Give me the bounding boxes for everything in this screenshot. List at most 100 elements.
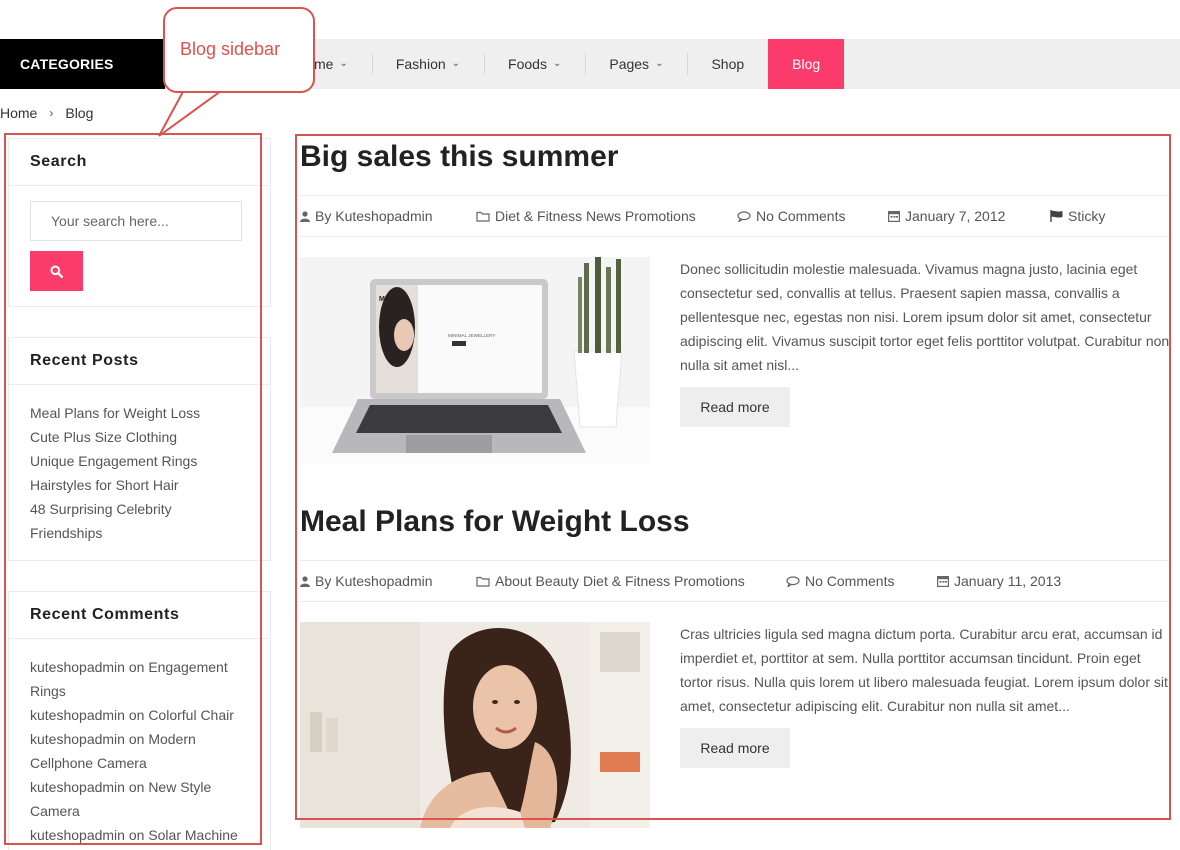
nav-item-foods[interactable]: Foods ⌄ xyxy=(484,39,585,89)
recent-post-link[interactable]: Friendships xyxy=(30,521,249,545)
widget-title: Recent Posts xyxy=(9,338,270,385)
post-body: MCH MINIMAL JEWELLERY Donec sollicitudin… xyxy=(300,257,1170,467)
post-categories-text: About Beauty Diet & Fitness Promotions xyxy=(495,573,745,589)
comment-author[interactable]: kuteshopadmin xyxy=(30,731,125,747)
categories-menu-button[interactable]: CATEGORIES xyxy=(0,39,165,89)
comment-post-link[interactable]: Engagement xyxy=(148,659,227,675)
comment-author[interactable]: kuteshopadmin xyxy=(30,659,125,675)
user-icon xyxy=(300,575,310,587)
post-excerpt: Cras ultricies ligula sed magna dictum p… xyxy=(680,626,1168,714)
comment-item: Cellphone Camera xyxy=(30,751,249,775)
calendar-icon xyxy=(888,211,900,222)
post-thumbnail-woman[interactable] xyxy=(300,622,650,828)
recent-post-link[interactable]: Unique Engagement Rings xyxy=(30,449,249,473)
post-author[interactable]: By Kuteshopadmin xyxy=(300,208,476,224)
comment-on: on xyxy=(128,827,145,843)
post-excerpt: Donec sollicitudin molestie malesuada. V… xyxy=(680,261,1170,373)
nav-item-label: Pages xyxy=(609,56,650,72)
post-title[interactable]: Meal Plans for Weight Loss xyxy=(300,505,1170,560)
comment-on: on xyxy=(128,731,145,747)
nav-menu: me ⌄ Fashion ⌄ Foods ⌄ Pages ⌄ Shop Blog xyxy=(290,39,845,89)
comment-item: kuteshopadmin on Modern xyxy=(30,727,249,751)
nav-item-fashion[interactable]: Fashion ⌄ xyxy=(371,39,484,89)
post-date-text: January 11, 2013 xyxy=(954,573,1062,589)
post-comments-text: No Comments xyxy=(756,208,846,224)
flag-icon xyxy=(1050,210,1063,222)
user-icon xyxy=(300,210,310,222)
recent-post-link[interactable]: Cute Plus Size Clothing xyxy=(30,425,249,449)
nav-item-label: Fashion xyxy=(395,56,446,72)
comment-post-link[interactable]: Colorful Chair xyxy=(148,707,234,723)
comment-icon xyxy=(786,575,800,587)
post-meta: By Kuteshopadmin About Beauty Diet & Fit… xyxy=(300,560,1170,602)
post-categories-text: Diet & Fitness News Promotions xyxy=(495,208,696,224)
blog-sidebar-callout: Blog sidebar xyxy=(163,7,315,93)
post-author[interactable]: By Kuteshopadmin xyxy=(300,573,476,589)
nav-item-label: me xyxy=(314,56,334,72)
post-author-text: By Kuteshopadmin xyxy=(315,208,433,224)
recent-post-link[interactable]: 48 Surprising Celebrity xyxy=(30,497,249,521)
chevron-down-icon: ⌄ xyxy=(552,58,562,69)
comment-on: on xyxy=(128,707,145,723)
chevron-down-icon: ⌄ xyxy=(451,58,461,69)
comment-post-link[interactable]: Solar Machine xyxy=(148,827,238,843)
comment-item: Camera xyxy=(30,799,249,823)
post-comments-link[interactable]: No Comments xyxy=(737,208,888,224)
comment-post-link[interactable]: Modern xyxy=(148,731,195,747)
comment-post-link[interactable]: Cellphone Camera xyxy=(30,755,147,771)
breadcrumb-current: Blog xyxy=(65,105,94,121)
post-sticky-badge: Sticky xyxy=(1050,208,1105,224)
comment-author[interactable]: kuteshopadmin xyxy=(30,827,125,843)
chevron-right-icon: › xyxy=(49,106,54,120)
comment-item: kuteshopadmin on Colorful Chair xyxy=(30,703,249,727)
nav-item-label: Foods xyxy=(508,56,547,72)
post-comments-link[interactable]: No Comments xyxy=(786,573,937,589)
post-date[interactable]: January 11, 2013 xyxy=(937,573,1061,589)
recent-post-link[interactable]: Meal Plans for Weight Loss xyxy=(30,401,249,425)
comment-icon xyxy=(737,210,751,222)
recent-post-link[interactable]: Hairstyles for Short Hair xyxy=(30,473,249,497)
comment-post-link[interactable]: Rings xyxy=(30,683,66,699)
nav-item-blog[interactable]: Blog xyxy=(768,39,845,89)
search-button[interactable] xyxy=(30,251,83,291)
post-date-text: January 7, 2012 xyxy=(905,208,1006,224)
screen-logo-text: MCH xyxy=(379,296,395,303)
read-more-button[interactable]: Read more xyxy=(680,387,790,427)
recent-posts-list: Meal Plans for Weight Loss Cute Plus Siz… xyxy=(30,401,249,545)
nav-item-label: Blog xyxy=(792,56,821,72)
comment-on: on xyxy=(128,779,145,795)
read-more-button[interactable]: Read more xyxy=(680,728,790,768)
blog-post: Meal Plans for Weight Loss By Kuteshopad… xyxy=(300,505,1170,832)
nav-item-label: Shop xyxy=(711,56,745,72)
post-thumbnail-laptop[interactable]: MCH MINIMAL JEWELLERY xyxy=(300,257,650,463)
chevron-down-icon: ⌄ xyxy=(655,58,664,69)
comment-post-link[interactable]: New Style xyxy=(148,779,211,795)
calendar-icon xyxy=(937,576,949,587)
widget-title: Search xyxy=(9,139,270,186)
post-meta: By Kuteshopadmin Diet & Fitness News Pro… xyxy=(300,195,1170,237)
recent-comments-widget: Recent Comments kuteshopadmin on Engagem… xyxy=(8,591,271,850)
comment-author[interactable]: kuteshopadmin xyxy=(30,707,125,723)
folder-icon xyxy=(476,211,490,222)
post-categories[interactable]: Diet & Fitness News Promotions xyxy=(476,208,737,224)
breadcrumb: Home › Blog xyxy=(0,105,93,121)
woman-portrait-image xyxy=(300,622,650,828)
widget-title: Recent Comments xyxy=(9,592,270,639)
comment-item: kuteshopadmin on Solar Machine xyxy=(30,823,249,847)
breadcrumb-home-link[interactable]: Home xyxy=(0,105,37,121)
nav-item-pages[interactable]: Pages ⌄ xyxy=(585,39,687,89)
comment-item: kuteshopadmin on Engagement xyxy=(30,655,249,679)
comment-post-link[interactable]: Camera xyxy=(30,803,80,819)
comment-item: kuteshopadmin on New Style xyxy=(30,775,249,799)
search-input[interactable] xyxy=(30,201,242,241)
nav-item-shop[interactable]: Shop xyxy=(687,39,768,89)
callout-text: Blog sidebar xyxy=(180,39,281,59)
chevron-down-icon: ⌄ xyxy=(339,58,348,69)
post-date[interactable]: January 7, 2012 xyxy=(888,208,1050,224)
search-icon xyxy=(50,265,63,278)
blog-post: Big sales this summer By Kuteshopadmin D… xyxy=(300,140,1170,467)
post-title[interactable]: Big sales this summer xyxy=(300,140,1170,195)
post-categories[interactable]: About Beauty Diet & Fitness Promotions xyxy=(476,573,786,589)
folder-icon xyxy=(476,576,490,587)
comment-author[interactable]: kuteshopadmin xyxy=(30,779,125,795)
